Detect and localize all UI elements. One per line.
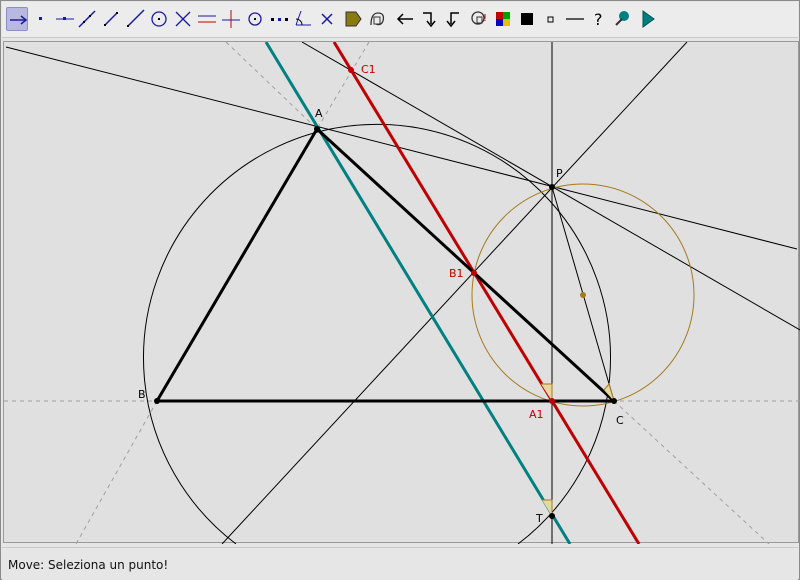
intersection-icon [175, 11, 191, 27]
angle-icon [295, 10, 311, 26]
tool-point-style-button[interactable] [540, 7, 562, 31]
point-labels: A B C P T A1 B1 C1 [138, 63, 624, 525]
label-b1: B1 [449, 267, 464, 280]
point-on-line-icon [56, 17, 74, 20]
simson-line [332, 42, 641, 544]
tool-circle-button[interactable] [148, 7, 170, 31]
points-layer [154, 67, 617, 519]
segment-icon [104, 12, 118, 26]
tool-macro-button[interactable] [612, 7, 634, 31]
tool-midpoint-button[interactable] [268, 7, 290, 31]
play-triangle-icon [642, 10, 655, 28]
tool-delete-button[interactable] [316, 7, 338, 31]
line-through-p-left [5, 46, 798, 250]
point-icon [39, 17, 42, 20]
dashed-line-b-lower [75, 400, 158, 544]
label-tag-icon [345, 11, 362, 27]
tool-ray-button[interactable] [124, 7, 146, 31]
triangle-abc [155, 127, 616, 403]
tool-move-button[interactable] [6, 7, 28, 31]
small-circle-center[interactable] [580, 292, 586, 298]
label-b: B [138, 388, 146, 401]
line-icon [78, 10, 96, 28]
toolbar: !? [2, 2, 798, 38]
app-window: !? A B C P T A1 B1 C1 Move: Seleziona un… [0, 0, 800, 580]
point-a1[interactable] [549, 398, 555, 404]
label-a: A [315, 107, 323, 120]
midpoint-icon [271, 18, 288, 21]
locus-icon [370, 12, 385, 26]
tool-locus-button[interactable] [366, 7, 388, 31]
tool-redo-step-button[interactable] [418, 7, 440, 31]
point-t[interactable] [549, 513, 555, 519]
small-square-icon [547, 16, 554, 23]
step-forward-icon [423, 12, 436, 28]
dashed-line-c-lower [613, 400, 770, 544]
macro-icon [615, 11, 629, 26]
tool-filled-button[interactable] [516, 7, 538, 31]
construction-lines [5, 42, 800, 544]
point-p[interactable] [549, 184, 555, 190]
ray-icon [127, 9, 145, 27]
undo-arrow-icon [396, 13, 413, 25]
point-c1[interactable] [348, 67, 354, 73]
tool-line-style-button[interactable] [564, 7, 586, 31]
point-b[interactable] [154, 398, 160, 404]
delete-x-icon [321, 13, 333, 25]
label-t: T [535, 512, 543, 525]
tool-line-button[interactable] [76, 7, 98, 31]
parallel-line-icon [198, 15, 216, 23]
tool-center-button[interactable] [244, 7, 266, 31]
drawing-canvas[interactable]: A B C P T A1 B1 C1 [3, 41, 800, 544]
tool-point-button[interactable] [30, 7, 52, 31]
tool-perpendicular-button[interactable] [220, 7, 242, 31]
geometry-figure[interactable]: A B C P T A1 B1 C1 [4, 42, 800, 544]
tool-run-button[interactable] [636, 7, 658, 31]
tool-color-button[interactable] [492, 7, 514, 31]
line-diagonal-through-p [221, 42, 688, 544]
label-a1: A1 [529, 408, 544, 421]
tool-parallel-button[interactable] [196, 7, 218, 31]
perpendicular-line-icon [222, 10, 240, 28]
steiner-line [264, 42, 572, 544]
tool-undo-button[interactable] [394, 7, 416, 31]
color-palette-icon [496, 12, 510, 26]
circle-icon [151, 11, 167, 27]
point-c[interactable] [611, 398, 617, 404]
label-p: P [556, 167, 563, 180]
svg-text:?: ? [594, 10, 603, 29]
svg-text:!: ! [483, 13, 487, 24]
tool-intersection-button[interactable] [172, 7, 194, 31]
point-b1[interactable] [471, 270, 477, 276]
tool-point-on-line-button[interactable] [54, 7, 76, 31]
question-mark-icon: ? [594, 10, 603, 29]
step-back-icon [446, 12, 459, 28]
circle-center-icon [248, 12, 262, 26]
tool-label-button[interactable] [342, 7, 364, 31]
point-a[interactable] [314, 126, 320, 132]
tool-step-back-button[interactable] [442, 7, 464, 31]
label-c: C [616, 414, 624, 427]
line-style-icon [566, 18, 584, 20]
dashed-line-a-left [225, 42, 318, 130]
filled-square-icon [521, 13, 533, 25]
check-property-icon: ! [471, 11, 487, 25]
tool-angle-button[interactable] [292, 7, 314, 31]
tool-check-button[interactable]: ! [468, 7, 490, 31]
move-arrow-icon [10, 15, 28, 25]
label-c1: C1 [361, 63, 376, 76]
status-bar: Move: Seleziona un punto! [2, 547, 798, 580]
status-message: Move: Seleziona un punto! [8, 558, 169, 572]
tool-help-button[interactable]: ? [588, 7, 610, 31]
dashed-guides [4, 42, 800, 544]
tool-segment-button[interactable] [100, 7, 122, 31]
